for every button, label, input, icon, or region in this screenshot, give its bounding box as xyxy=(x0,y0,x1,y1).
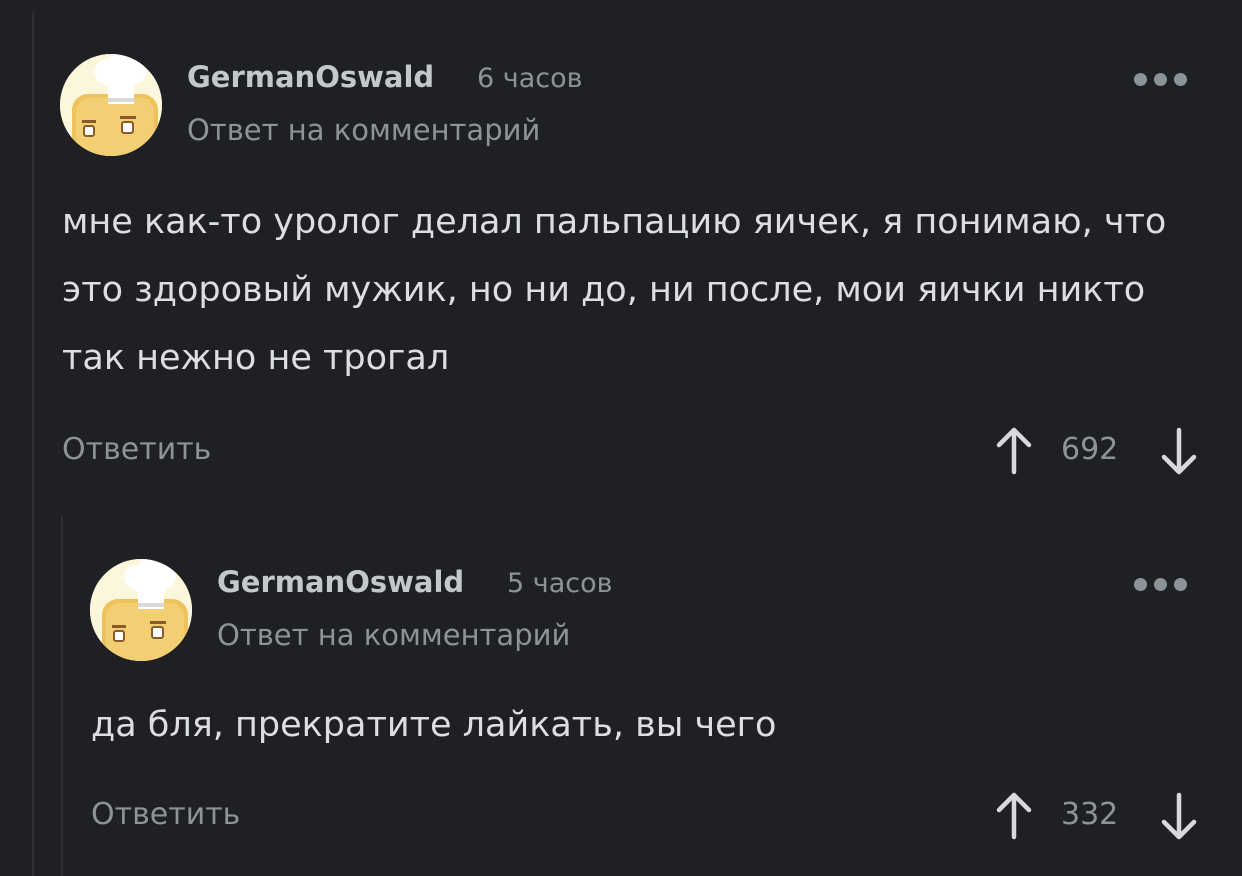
comment-text: да бля, прекратите лайкать, вы чего xyxy=(91,705,777,745)
more-dots-icon[interactable] xyxy=(1134,578,1187,591)
rating: 332 xyxy=(1061,797,1119,832)
avatar[interactable] xyxy=(90,559,192,661)
arrow-up-icon xyxy=(996,792,1032,840)
reply-button[interactable]: Ответить xyxy=(91,797,240,832)
upvote-button[interactable] xyxy=(994,791,1034,845)
downvote-button[interactable] xyxy=(1159,791,1199,845)
chef-toast-icon xyxy=(90,559,192,661)
comment-thread: GermanOswald 6 часов Ответ на комментари… xyxy=(0,0,1242,876)
arrow-down-icon xyxy=(1161,792,1197,840)
comment-time: 5 часов xyxy=(507,568,613,599)
reply-note[interactable]: Ответ на комментарий xyxy=(217,618,570,652)
comment-author[interactable]: GermanOswald xyxy=(217,565,464,599)
comment: GermanOswald 5 часов Ответ на комментари… xyxy=(0,0,1242,876)
